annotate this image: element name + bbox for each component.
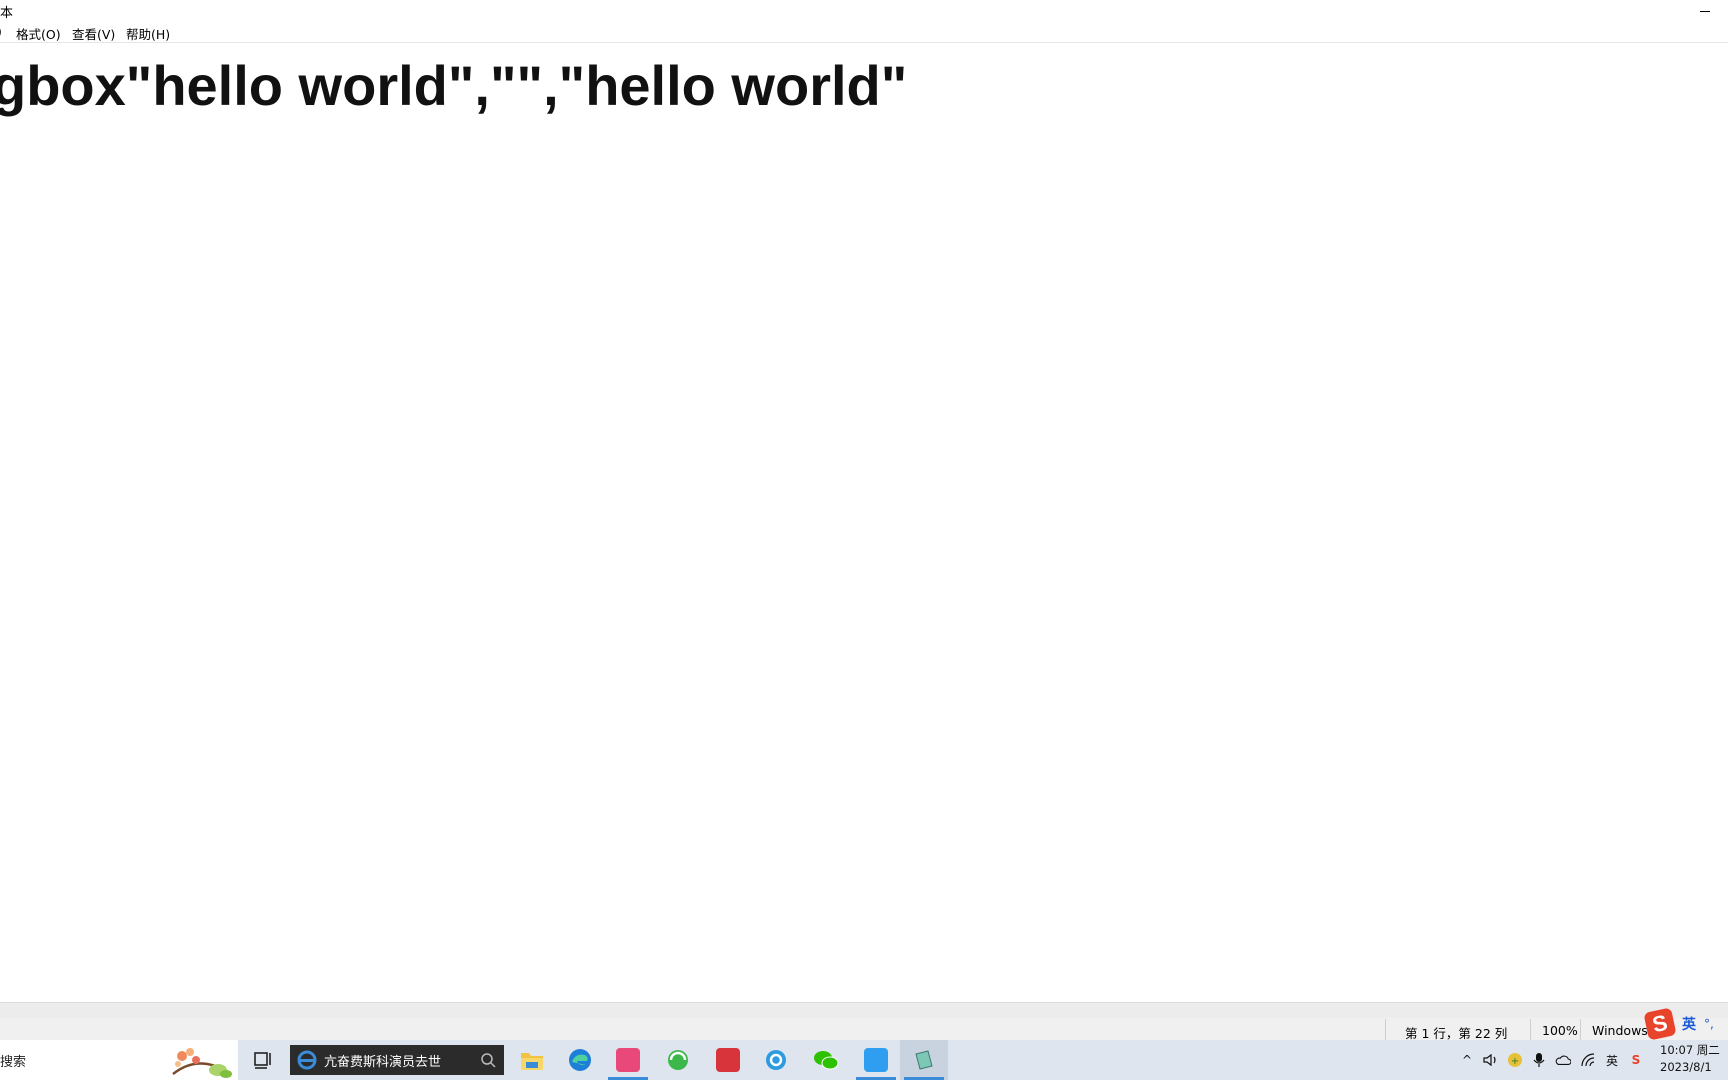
ime-mode[interactable]: 英 [1682,1014,1696,1034]
ie-icon [766,1050,786,1070]
status-bar: 第 1 行，第 22 列 100% Windows [0,1002,1728,1041]
ime-punctuation[interactable]: °, [1704,1017,1714,1031]
wps-button[interactable] [704,1040,752,1080]
status-separator [1385,1019,1386,1041]
news-widget[interactable]: 亢奋费斯科演员去世 [290,1045,504,1075]
window-title: 本 [0,6,14,21]
text-editor[interactable]: gbox"hello world","","hello world" [0,43,1728,1002]
wechat-button[interactable] [802,1040,850,1080]
menu-item-help[interactable]: 帮助(H) [126,24,170,43]
task-view-button[interactable] [240,1040,288,1080]
ie-news-icon [297,1050,317,1070]
zoom-level: 100% [1542,1023,1578,1038]
menu-bar: ) 格式(O) 查看(V) 帮助(H) [0,22,1728,43]
ie-button[interactable] [752,1040,800,1080]
search-icon [481,1053,496,1068]
editor-content[interactable]: gbox"hello world","","hello world" [0,51,907,121]
sogou-logo-icon[interactable]: S [1643,1007,1677,1041]
notepad-blue-icon [864,1048,888,1072]
browser-360-button[interactable] [654,1040,702,1080]
ime-toolbar[interactable]: S 英 °, [1643,1007,1728,1041]
menu-item-edit[interactable]: ) [0,24,2,39]
security-app-icon[interactable]: + [1507,1052,1523,1068]
microphone-icon[interactable] [1531,1052,1547,1068]
wifi-icon[interactable] [1580,1052,1596,1068]
clock-time: 10:07 周二 [1660,1043,1720,1057]
ime-language-indicator[interactable]: 英 [1604,1052,1620,1068]
svg-text:+: + [1511,1056,1519,1067]
minimize-icon [1700,10,1710,12]
status-separator [1580,1019,1581,1041]
menu-item-view[interactable]: 查看(V) [72,24,115,43]
taskbar-search-box[interactable]: 搜索 [0,1040,238,1080]
wechat-icon [814,1051,839,1070]
sogou-tray-icon[interactable]: S [1628,1052,1644,1068]
notepad-icon [915,1050,933,1070]
title-bar: 本 [0,0,1728,22]
edge-button[interactable] [556,1040,604,1080]
minimize-button[interactable] [1682,0,1728,22]
file-explorer-button[interactable] [508,1040,556,1080]
task-view-icon [254,1052,271,1069]
menu-item-format[interactable]: 格式(O) [16,24,61,43]
taskbar: 搜索 亢奋费斯科演员去世 ^ + 英 S 10:07 周二 2023/8/1 [0,1040,1728,1080]
status-separator [1530,1019,1531,1041]
browser-360-icon [668,1050,688,1070]
folder-icon [521,1053,543,1070]
edge-icon [569,1049,591,1071]
wps-icon [716,1048,740,1072]
onedrive-icon[interactable] [1555,1052,1571,1068]
clock-date: 2023/8/1 [1660,1060,1712,1074]
search-decoration-icon [172,1048,232,1078]
photo-app-icon [616,1048,640,1072]
line-ending: Windows [1592,1023,1648,1038]
photo-app-button[interactable] [604,1040,652,1080]
search-text: 搜索 [0,1055,27,1070]
tray-overflow-icon[interactable]: ^ [1459,1052,1475,1068]
news-headline: 亢奋费斯科演员去世 [324,1054,442,1070]
notepad-button[interactable] [900,1040,948,1080]
status-bar-upper [0,1003,1728,1018]
notepad-blue-button[interactable] [852,1040,900,1080]
volume-icon[interactable] [1483,1052,1499,1068]
system-clock[interactable]: 10:07 周二 2023/8/1 [1660,1042,1720,1076]
